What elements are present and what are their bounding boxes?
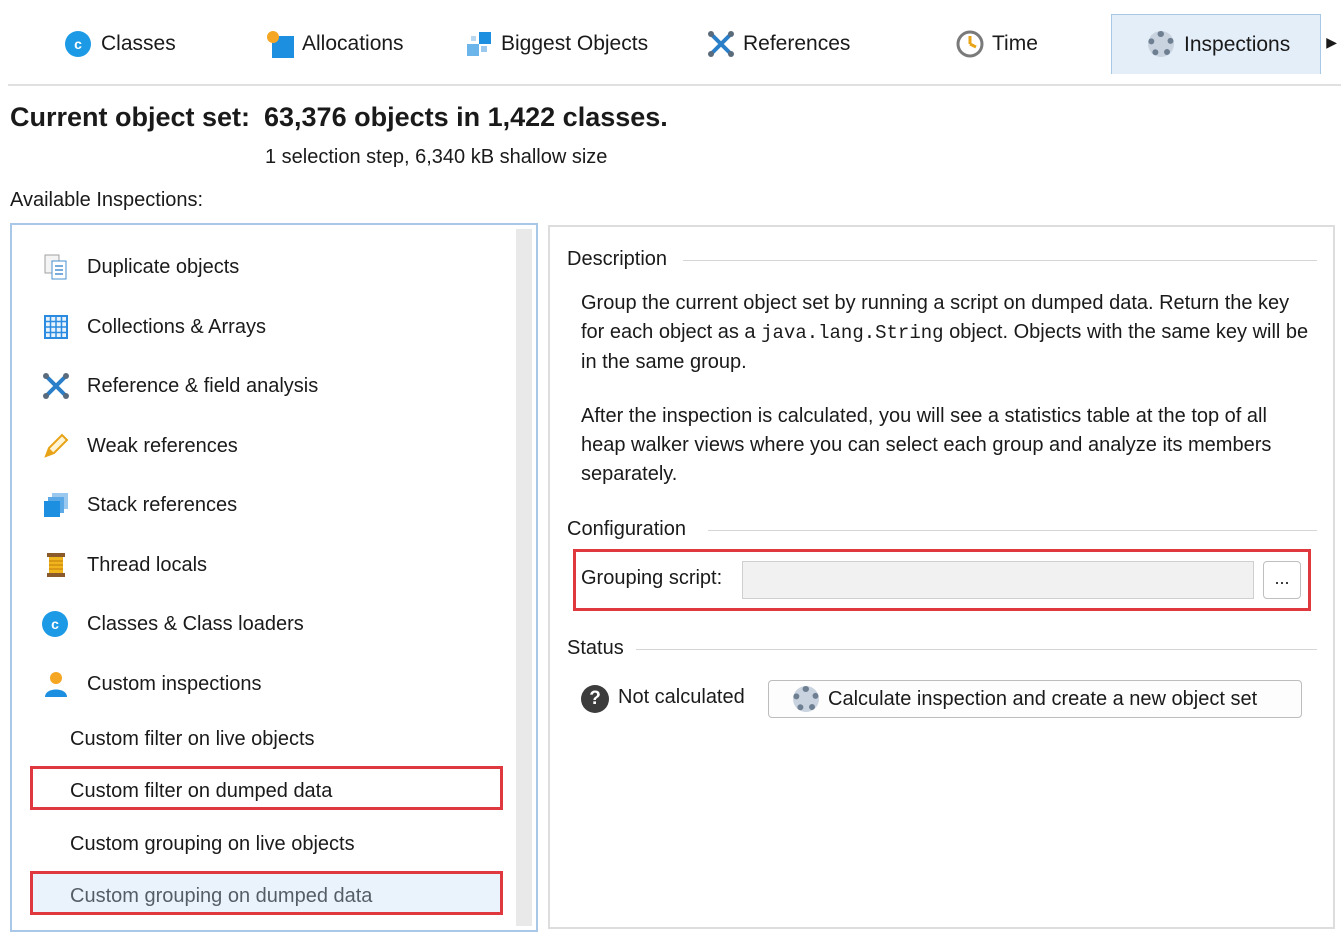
status-text: Not calculated <box>618 686 745 708</box>
highlight-box <box>30 871 503 915</box>
custom-filter-live-objects[interactable]: Custom filter on live objects <box>70 719 315 759</box>
biggest-objects-icon <box>465 30 493 58</box>
inspection-stack-references[interactable]: Stack references <box>12 483 237 527</box>
inspection-label: Reference & field analysis <box>87 374 319 397</box>
references-icon <box>42 372 70 400</box>
question-icon: ? <box>581 685 609 713</box>
inspection-duplicate-objects[interactable]: Duplicate objects <box>12 245 239 289</box>
tab-scroll-right-icon[interactable]: ▶ <box>1326 34 1337 51</box>
tab-label: References <box>743 32 851 55</box>
custom-item-label: Custom filter on live objects <box>70 727 315 750</box>
inspection-label: Classes & Class loaders <box>87 612 304 635</box>
tab-label: Classes <box>101 32 176 55</box>
tab-bar: c Classes Allocations Biggest Objects Re… <box>8 12 1341 86</box>
section-divider <box>683 260 1317 261</box>
inspection-label: Collections & Arrays <box>87 315 266 338</box>
references-icon <box>707 30 735 58</box>
status-title: Status <box>567 637 624 659</box>
tab-inspections[interactable]: Inspections <box>1111 14 1321 74</box>
list-scrollbar[interactable] <box>516 229 532 926</box>
inspection-classes-class-loaders[interactable]: c Classes & Class loaders <box>12 602 304 646</box>
object-set-label: Current object set: <box>10 102 251 132</box>
tab-time[interactable]: Time <box>956 14 1076 74</box>
custom-grouping-live-objects[interactable]: Custom grouping on live objects <box>70 824 355 864</box>
classes-icon: c <box>42 610 70 638</box>
object-set-value: 63,376 objects in 1,422 classes. <box>264 102 668 132</box>
tab-label: Time <box>992 32 1038 55</box>
inspection-weak-references[interactable]: Weak references <box>12 424 238 468</box>
tab-label: Biggest Objects <box>501 32 649 55</box>
classes-icon: c <box>65 30 93 58</box>
calculate-inspection-button[interactable]: Calculate inspection and create a new ob… <box>768 680 1302 718</box>
inspections-list: Duplicate objects Collections & Arrays R… <box>10 223 538 932</box>
inspection-thread-locals[interactable]: Thread locals <box>12 543 207 587</box>
tab-classes[interactable]: c Classes <box>65 14 225 74</box>
tab-label: Inspections <box>1184 32 1291 56</box>
user-icon <box>42 670 70 698</box>
inspection-label: Duplicate objects <box>87 255 240 278</box>
inspection-label: Weak references <box>87 434 238 457</box>
tab-biggest-objects[interactable]: Biggest Objects <box>465 14 665 74</box>
inspection-label: Custom inspections <box>87 672 262 695</box>
description-paragraph: After the inspection is calculated, you … <box>581 405 1272 485</box>
inspection-reference-field-analysis[interactable]: Reference & field analysis <box>12 364 318 408</box>
tab-allocations[interactable]: Allocations <box>266 14 426 74</box>
gear-icon <box>1148 30 1176 59</box>
tab-references[interactable]: References <box>707 14 877 74</box>
highlight-box <box>573 549 1311 611</box>
grid-icon <box>42 313 70 341</box>
tab-label: Allocations <box>302 32 404 55</box>
inspection-label: Stack references <box>87 493 238 516</box>
section-divider <box>636 649 1317 650</box>
highlight-box <box>30 766 503 810</box>
object-set-subtitle: 1 selection step, 6,340 kB shallow size <box>265 146 608 168</box>
allocations-icon <box>266 30 294 58</box>
spool-icon <box>42 551 70 579</box>
section-divider <box>708 530 1317 531</box>
stack-icon <box>42 491 70 519</box>
description-title: Description <box>567 248 668 270</box>
description-paragraph: Group the current object set by running … <box>581 289 1311 377</box>
configuration-title: Configuration <box>567 518 686 540</box>
duplicate-objects-icon <box>42 253 70 281</box>
code-text: java.lang.String <box>761 322 944 344</box>
inspection-custom-inspections[interactable]: Custom inspections <box>12 662 262 706</box>
description-text: Group the current object set by running … <box>581 289 1311 514</box>
inspection-details: Description Group the current object set… <box>548 225 1335 929</box>
gear-icon <box>793 686 819 712</box>
pencil-icon <box>42 432 70 460</box>
available-inspections-label: Available Inspections: <box>10 189 204 211</box>
inspection-collections-arrays[interactable]: Collections & Arrays <box>12 305 266 349</box>
custom-item-label: Custom grouping on live objects <box>70 832 355 855</box>
inspection-label: Thread locals <box>87 553 208 576</box>
clock-icon <box>956 30 984 58</box>
calculate-button-label: Calculate inspection and create a new ob… <box>828 687 1258 710</box>
